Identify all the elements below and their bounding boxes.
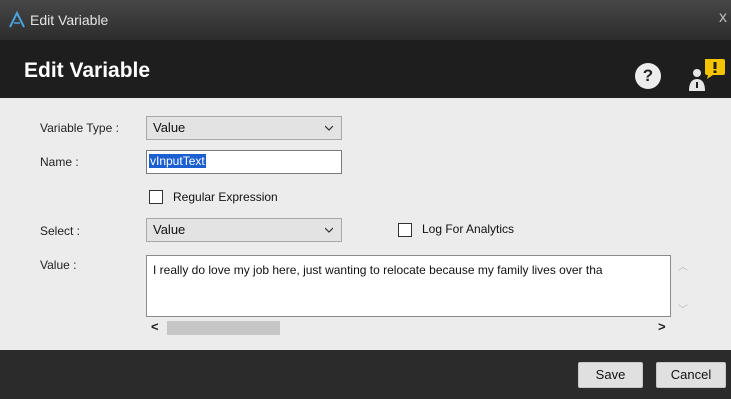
select-dropdown[interactable]: Value: [146, 218, 342, 242]
close-button[interactable]: x: [719, 9, 727, 27]
value-vertical-scrollbar[interactable]: ︿ ﹀: [673, 255, 691, 317]
select-value: Value: [153, 222, 186, 237]
chevron-down-icon: [325, 125, 333, 131]
name-input-value: vInputText: [149, 154, 206, 168]
regular-expression-label[interactable]: Regular Expression: [173, 190, 278, 204]
edit-variable-window: Edit Variable x Edit Variable ? Variable…: [0, 0, 731, 399]
variable-type-label: Variable Type :: [40, 121, 119, 135]
scroll-up-icon[interactable]: ︿: [678, 258, 688, 273]
log-for-analytics-checkbox[interactable]: [398, 223, 412, 237]
regular-expression-checkbox[interactable]: [149, 190, 163, 204]
scrollbar-thumb[interactable]: [167, 321, 280, 335]
page-title: Edit Variable: [24, 59, 151, 82]
log-for-analytics-label[interactable]: Log For Analytics: [422, 222, 514, 236]
value-label: Value :: [40, 258, 77, 272]
dialog-footer: Save Cancel: [0, 350, 731, 399]
variable-type-value: Value: [153, 120, 186, 135]
cancel-button[interactable]: Cancel: [656, 362, 726, 388]
scroll-right-icon[interactable]: >: [658, 319, 666, 334]
value-textarea[interactable]: I really do love my job here, just wanti…: [146, 255, 671, 317]
app-logo-icon: [9, 11, 25, 28]
chevron-down-icon: [325, 227, 333, 233]
name-label: Name :: [40, 155, 79, 169]
dialog-header: Edit Variable ?: [0, 40, 731, 98]
save-button[interactable]: Save: [578, 362, 643, 388]
value-horizontal-scrollbar[interactable]: < >: [146, 319, 671, 337]
variable-type-select[interactable]: Value: [146, 116, 342, 140]
form-body: Variable Type : Value Name : vInputText …: [0, 98, 731, 350]
window-title: Edit Variable: [30, 12, 109, 28]
title-bar[interactable]: Edit Variable x: [0, 0, 731, 40]
scroll-left-icon[interactable]: <: [151, 319, 159, 334]
select-label: Select :: [40, 224, 81, 238]
name-input[interactable]: vInputText: [146, 150, 342, 174]
user-alert-icon[interactable]: [685, 57, 727, 93]
help-icon[interactable]: ?: [635, 63, 661, 89]
scroll-down-icon[interactable]: ﹀: [678, 301, 688, 316]
